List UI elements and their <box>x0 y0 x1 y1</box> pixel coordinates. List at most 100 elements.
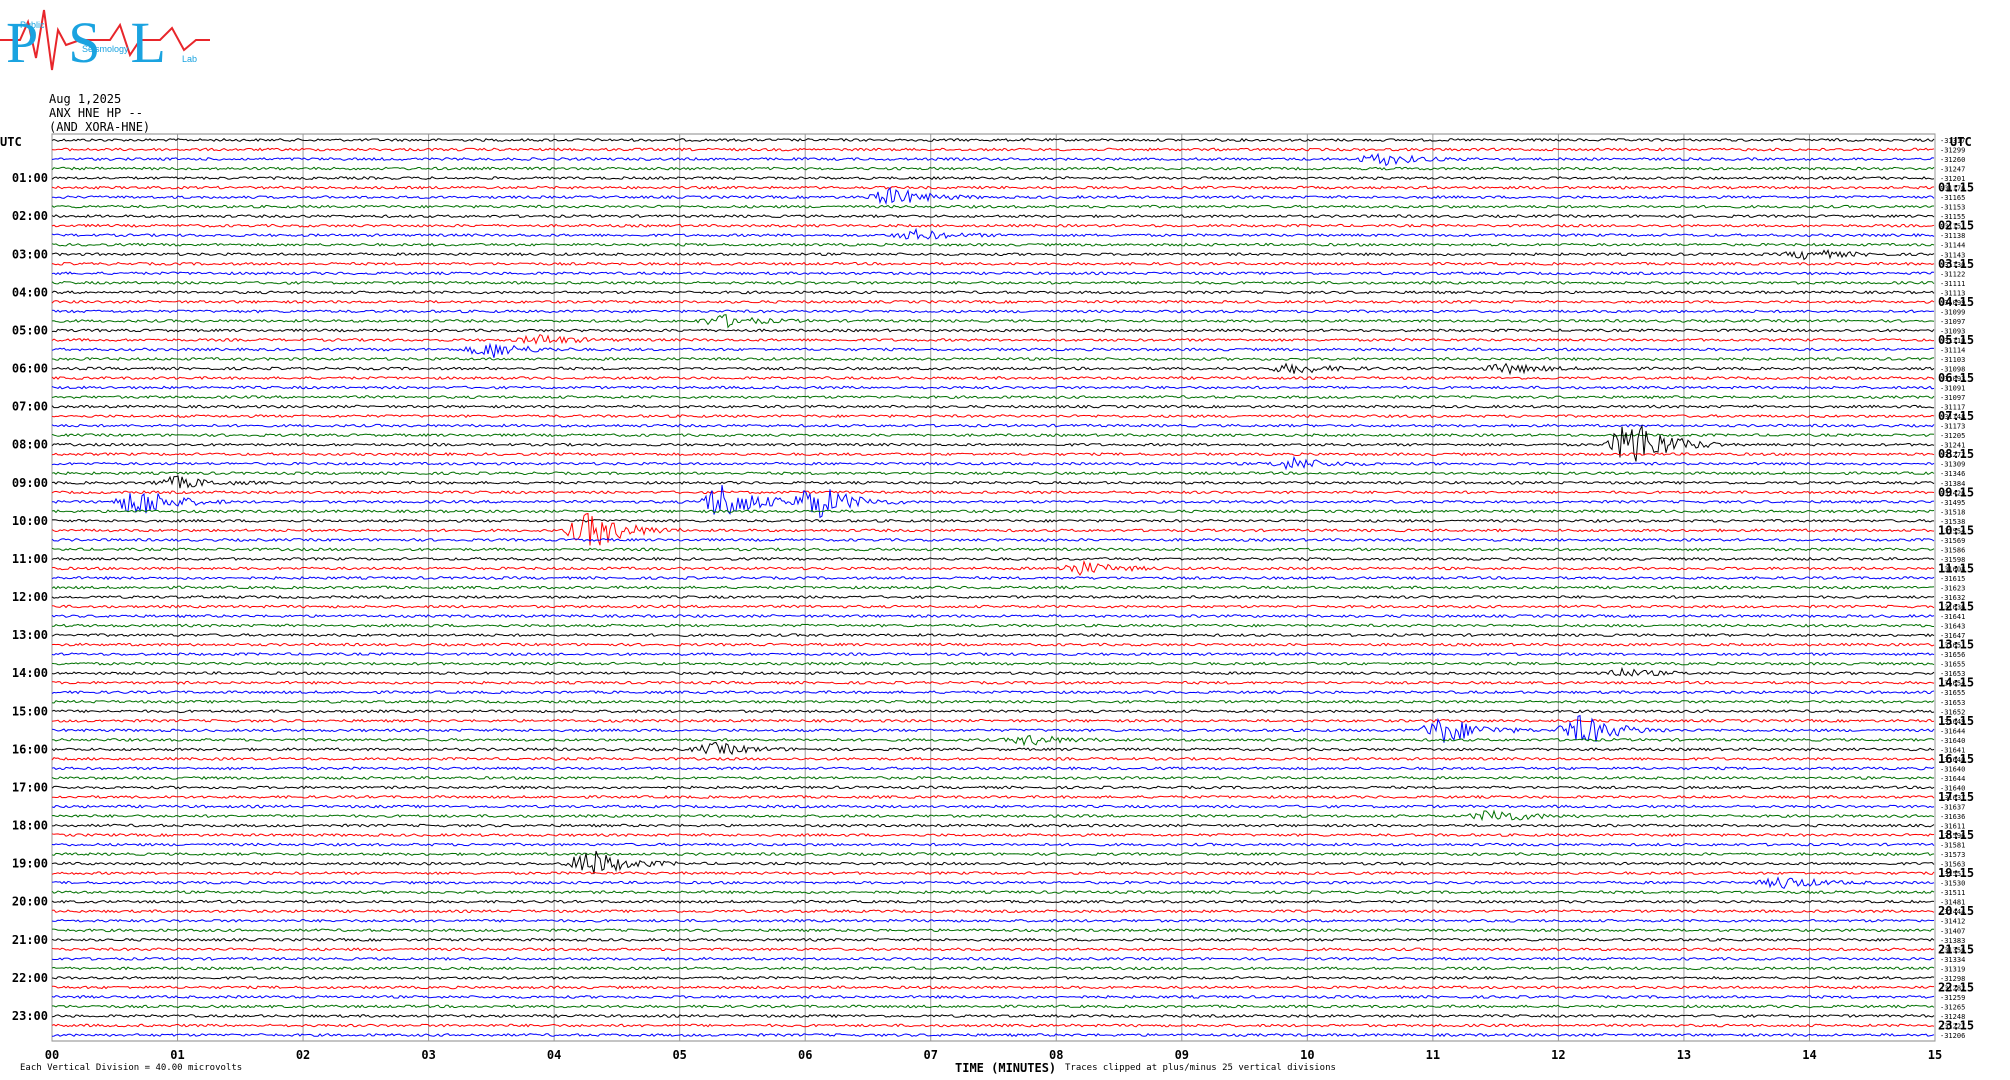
trace-offset-label: -31319 <box>1940 965 1965 973</box>
hour-label-right: 03:15 <box>1938 257 1974 271</box>
seismic-trace <box>51 271 1935 276</box>
seismic-trace <box>51 166 1935 171</box>
hour-label-right: 16:15 <box>1938 752 1974 766</box>
trace-offset-label: -31655 <box>1940 689 1965 697</box>
seismic-trace <box>51 842 1935 847</box>
seismic-trace <box>51 937 1935 942</box>
seismic-trace <box>51 614 1935 619</box>
seismic-trace <box>51 328 1935 333</box>
trace-offset-label: -31643 <box>1940 623 1965 631</box>
seismic-trace <box>51 537 1935 542</box>
x-tick-label: 08 <box>1049 1048 1063 1062</box>
trace-offset-label: -31165 <box>1940 194 1965 202</box>
seismic-trace <box>51 1023 1935 1028</box>
trace-offset-label: -31097 <box>1940 394 1965 402</box>
seismic-trace <box>51 414 1935 419</box>
trace-offset-label: -31153 <box>1940 204 1965 212</box>
seismic-trace <box>51 475 1935 489</box>
hour-label-left: 12:00 <box>12 590 48 604</box>
seismic-trace <box>52 485 1935 519</box>
seismic-trace <box>51 718 1935 723</box>
trace-offset-label: -31259 <box>1940 994 1965 1002</box>
trace-offset-label: -31641 <box>1940 613 1965 621</box>
seismic-trace <box>51 690 1935 695</box>
trace-offset-label: -31569 <box>1940 537 1965 545</box>
x-tick-label: 09 <box>1175 1048 1189 1062</box>
seismic-trace <box>51 261 1935 266</box>
trace-offset-label: -31407 <box>1940 927 1965 935</box>
hour-label-left: 09:00 <box>12 476 48 490</box>
hour-label-left: 23:00 <box>12 1009 48 1023</box>
seismic-trace <box>51 852 1935 857</box>
seismic-trace <box>51 652 1935 657</box>
trace-offset-label: -31636 <box>1940 813 1965 821</box>
trace-offset-label: -31299 <box>1940 147 1965 155</box>
trace-offset-label: -31173 <box>1940 423 1965 431</box>
hour-label-left: 17:00 <box>12 780 48 794</box>
seismic-trace <box>52 928 1935 933</box>
hour-label-right: 10:15 <box>1938 523 1974 537</box>
seismic-trace <box>51 680 1935 685</box>
trace-offset-label: -31265 <box>1940 1003 1965 1011</box>
trace-offset-label: -31205 <box>1940 432 1965 440</box>
seismic-trace <box>52 823 1935 828</box>
hour-label-left: 03:00 <box>12 247 48 261</box>
seismic-trace <box>51 741 1935 756</box>
hour-label-right: 01:15 <box>1938 181 1974 195</box>
x-tick-label: 06 <box>798 1048 812 1062</box>
hour-label-left: 21:00 <box>12 933 48 947</box>
seismic-trace <box>51 280 1935 285</box>
hour-label-right: 17:15 <box>1938 790 1974 804</box>
seismic-trace <box>51 299 1935 304</box>
seismic-trace <box>51 871 1935 876</box>
seismic-trace <box>52 794 1935 800</box>
seismic-trace <box>51 490 1935 495</box>
hour-label-right: 09:15 <box>1938 485 1974 499</box>
hour-label-left: 02:00 <box>12 209 48 223</box>
seismic-trace <box>51 512 1935 546</box>
seismic-trace <box>51 775 1935 780</box>
seismic-trace <box>51 433 1935 438</box>
trace-offset-label: -31637 <box>1940 803 1965 811</box>
trace-offset-label: -31099 <box>1940 308 1965 316</box>
hour-label-right: 06:15 <box>1938 371 1974 385</box>
x-tick-label: 10 <box>1300 1048 1314 1062</box>
scale-note: Each Vertical Division = 40.00 microvolt… <box>20 1063 243 1073</box>
seismic-trace <box>51 661 1935 666</box>
trace-offset-label: -31623 <box>1940 585 1965 593</box>
seismic-trace <box>51 1004 1935 1009</box>
hour-label-right: 20:15 <box>1938 904 1974 918</box>
seismic-trace <box>51 594 1935 600</box>
hour-label-left: 11:00 <box>12 552 48 566</box>
seismic-trace <box>51 642 1935 647</box>
seismic-trace <box>51 633 1935 638</box>
seismic-trace <box>51 404 1935 409</box>
seismic-trace <box>51 223 1935 228</box>
seismic-trace <box>52 186 1935 205</box>
hour-label-right: 02:15 <box>1938 219 1974 233</box>
trace-offset-label: -31138 <box>1940 232 1965 240</box>
trace-offset-label: -31640 <box>1940 765 1965 773</box>
trace-offset-label: -31091 <box>1940 385 1965 393</box>
hour-label-left: 15:00 <box>12 704 48 718</box>
seismic-trace <box>51 975 1935 981</box>
seismic-trace <box>51 804 1935 809</box>
trace-offset-label: -31640 <box>1940 737 1965 745</box>
seismic-trace <box>51 666 1935 677</box>
seismic-trace <box>51 249 1935 261</box>
seismic-trace <box>51 152 1935 167</box>
seismic-trace <box>51 314 1935 329</box>
hour-label-left: 13:00 <box>12 628 48 642</box>
x-tick-label: 07 <box>924 1048 938 1062</box>
clip-note: Traces clipped at plus/minus 25 vertical… <box>1065 1063 1336 1073</box>
hour-label-right: 23:15 <box>1938 1018 1974 1032</box>
seismic-trace <box>51 227 1935 240</box>
trace-offset-label: -31144 <box>1940 242 1965 250</box>
x-tick-label: 00 <box>45 1048 59 1062</box>
seismic-trace <box>51 424 1935 462</box>
trace-offset-label: -31247 <box>1940 166 1965 174</box>
trace-offset-label: -31309 <box>1940 461 1965 469</box>
x-tick-label: 02 <box>296 1048 310 1062</box>
seismic-trace <box>51 756 1935 761</box>
seismic-trace <box>51 342 1935 358</box>
